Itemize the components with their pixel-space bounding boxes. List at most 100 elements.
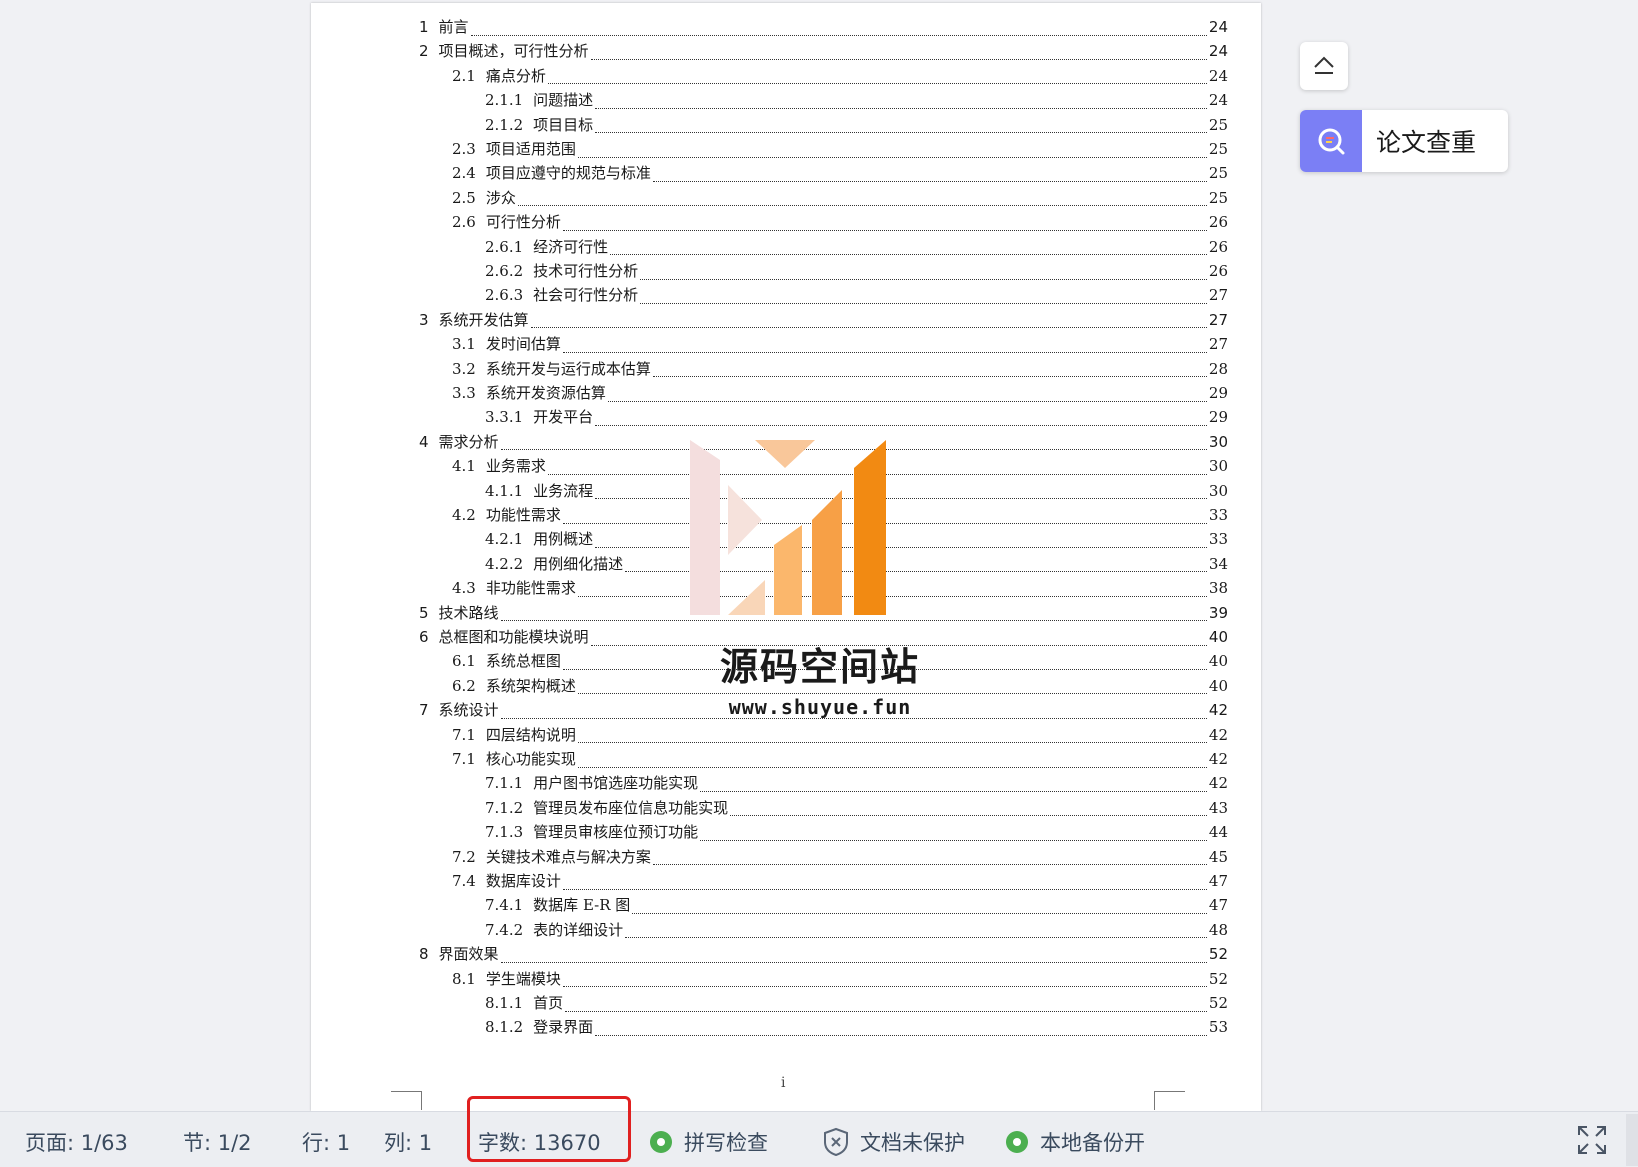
toc-entry[interactable]: 2.1 痛点分析 24 (452, 67, 1228, 85)
toc-dot-leader (700, 826, 1207, 841)
toc-entry[interactable]: 3.3 系统开发资源估算 29 (452, 384, 1228, 402)
toc-entry-page: 40 (1208, 628, 1228, 646)
toc-entry-number: 3 (419, 310, 429, 329)
toc-entry-page: 27 (1208, 286, 1228, 305)
toc-entry[interactable]: 8.1.1 首页 52 (485, 994, 1228, 1012)
status-row[interactable]: 行: 1 (302, 1127, 350, 1157)
toc-entry[interactable]: 2.1.1 问题描述 24 (485, 91, 1228, 109)
toc-entry[interactable]: 8 界面效果 52 (419, 945, 1228, 963)
scrollbar[interactable] (1626, 1114, 1638, 1166)
toc-entry[interactable]: 2.6.2 技术可行性分析 26 (485, 262, 1228, 280)
toc-entry-number: 3.1 (452, 335, 476, 354)
toc-entry[interactable]: 2.4 项目应遵守的规范与标准 25 (452, 164, 1228, 182)
status-spellcheck[interactable]: 拼写检查 (650, 1127, 768, 1157)
toc-entry-title: 需求分析 (438, 432, 499, 451)
toc-dot-leader (640, 265, 1207, 280)
toc-entry-title: 首页 (533, 994, 564, 1012)
paper-check-button[interactable]: 论文查重 (1300, 110, 1508, 172)
toc-entry-number: 7.1 (452, 750, 476, 768)
toc-entry[interactable]: 7.2 关键技术难点与解决方案 45 (452, 848, 1228, 866)
toc-entry-number: 6 (419, 628, 429, 646)
status-section[interactable]: 节: 1/2 (183, 1127, 252, 1157)
toc-entry-page: 24 (1208, 42, 1228, 61)
watermark-url: www.shuyue.fun (728, 695, 912, 719)
toc-entry-title: 非功能性需求 (485, 579, 576, 598)
toc-entry-number: 4.2.1 (485, 530, 524, 549)
toc-entry[interactable]: 2.5 涉众 25 (452, 189, 1228, 207)
toc-dot-leader (652, 362, 1207, 378)
toc-entry-page: 52 (1208, 945, 1228, 964)
toc-entry-page: 26 (1208, 262, 1228, 280)
toc-entry-page: 25 (1208, 115, 1228, 134)
toc-entry[interactable]: 2 项目概述，可行性分析 24 (419, 42, 1228, 60)
toc-entry[interactable]: 2.3 项目适用范围 25 (452, 140, 1228, 158)
toc-entry-title: 项目概述，可行性分析 (438, 42, 589, 61)
toc-entry[interactable]: 3.1 发时间估算 27 (452, 335, 1228, 353)
check-icon-box (1300, 110, 1362, 172)
toc-entry[interactable]: 7.4.2 表的详细设计 48 (485, 921, 1228, 939)
toc-entry-title: 界面效果 (438, 945, 499, 964)
toc-entry-title: 经济可行性 (533, 237, 609, 256)
toc-dot-leader (562, 216, 1207, 231)
toc-dot-leader (607, 387, 1207, 402)
toc-entry[interactable]: 8.1 学生端模块 52 (452, 970, 1228, 988)
toc-entry-page: 25 (1208, 188, 1228, 207)
toc-entry-title: 表的详细设计 (533, 920, 624, 939)
toc-dot-leader (500, 948, 1207, 963)
toc-entry-title: 系统架构概述 (485, 676, 576, 695)
toc-dot-leader (530, 313, 1207, 329)
toc-dot-leader (590, 45, 1207, 60)
collapse-button[interactable] (1300, 42, 1348, 90)
toc-entry-title: 涉众 (485, 188, 516, 207)
toc-entry-title: 开发平台 (533, 408, 594, 427)
toc-entry[interactable]: 3.2 系统开发与运行成本估算 28 (452, 360, 1228, 378)
toc-entry-number: 4.3 (452, 579, 476, 598)
eject-icon (1314, 56, 1334, 74)
toc-entry-title: 发时间估算 (485, 335, 561, 354)
spellcheck-status-icon (650, 1131, 672, 1153)
status-protection[interactable]: 文档未保护 (822, 1127, 965, 1157)
status-bar: 页面: 1/63 节: 1/2 行: 1 列: 1 字数: 13670 拼写检查… (0, 1111, 1638, 1167)
toc-entry[interactable]: 3 系统开发估算 27 (419, 311, 1228, 329)
toc-entry[interactable]: 1 前言 24 (419, 18, 1228, 36)
toc-entry-number: 7.2 (452, 847, 476, 866)
watermark-title: 源码空间站 (719, 645, 920, 689)
toc-entry[interactable]: 7.4 数据库设计 47 (452, 872, 1228, 890)
toc-entry-page: 28 (1208, 359, 1228, 378)
status-column[interactable]: 列: 1 (384, 1127, 432, 1157)
toc-entry-title: 业务流程 (533, 481, 594, 500)
margin-mark-right (1154, 1091, 1185, 1110)
toc-entry-page: 24 (1208, 91, 1228, 110)
toc-entry-title: 技术路线 (438, 603, 499, 622)
toc-entry-title: 系统开发与运行成本估算 (485, 359, 651, 378)
toc-dot-leader (632, 899, 1207, 914)
search-check-icon (1318, 128, 1345, 155)
toc-entry-page: 47 (1208, 896, 1228, 915)
toc-entry[interactable]: 7.1.2 管理员发布座位信息功能实现 43 (485, 799, 1228, 817)
toc-entry-page: 39 (1208, 603, 1228, 622)
toc-entry-title: 技术可行性分析 (533, 262, 639, 280)
toc-entry-page: 24 (1208, 66, 1228, 85)
toc-entry[interactable]: 3.3.1 开发平台 29 (485, 408, 1228, 426)
toc-entry[interactable]: 2.6.3 社会可行性分析 27 (485, 286, 1228, 304)
status-backup[interactable]: 本地备份开 (1006, 1127, 1145, 1157)
toc-entry[interactable]: 7.1.1 用户图书馆选座功能实现 42 (485, 774, 1228, 792)
backup-label: 本地备份开 (1040, 1131, 1145, 1155)
toc-entry-number: 7.1.2 (485, 798, 524, 817)
toc-entry[interactable]: 7.4.1 数据库 E-R 图 47 (485, 896, 1228, 914)
toc-entry-page: 38 (1208, 579, 1228, 598)
toc-entry[interactable]: 8.1.2 登录界面 53 (485, 1018, 1228, 1036)
toc-entry[interactable]: 2.6.1 经济可行性 26 (485, 238, 1228, 256)
toc-dot-leader (577, 143, 1207, 158)
toc-entry[interactable]: 2.1.2 项目目标 25 (485, 116, 1228, 134)
toc-entry-number: 3.2 (452, 359, 476, 378)
fullscreen-icon[interactable] (1576, 1124, 1608, 1156)
toc-entry[interactable]: 2.6 可行性分析 26 (452, 213, 1228, 231)
toc-entry[interactable]: 7.1 核心功能实现 42 (452, 750, 1228, 768)
status-page[interactable]: 页面: 1/63 (25, 1127, 128, 1157)
toc-entry-page: 29 (1208, 408, 1228, 427)
toc-dot-leader (595, 94, 1207, 109)
toc-dot-leader (517, 191, 1207, 207)
toc-entry[interactable]: 7.1.3 管理员审核座位预订功能 44 (485, 823, 1228, 841)
toc-entry-title: 登录界面 (533, 1018, 594, 1037)
